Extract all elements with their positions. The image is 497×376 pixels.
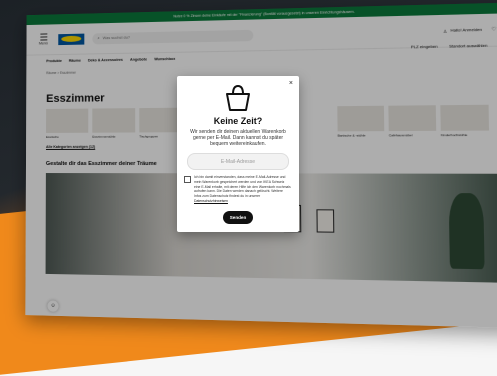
nav-item-deko[interactable]: Deko & Accessoires: [88, 58, 123, 63]
login-link[interactable]: ♙ Hallo! Anmelden: [443, 27, 483, 34]
consent-text: Ich bin damit einverstanden, dass meine …: [194, 175, 291, 199]
category-image: [388, 105, 437, 132]
save-cart-modal: × Keine Zeit? Wir senden dir deinen aktu…: [177, 76, 299, 232]
category-item[interactable]: Esstische: [46, 108, 89, 139]
hamburger-icon: [39, 33, 47, 41]
category-image: [440, 104, 490, 131]
plant-shape: [448, 193, 485, 270]
category-item[interactable]: Bartische & -stühle: [337, 105, 385, 138]
search-input[interactable]: ⌕ Was suchst du?: [92, 29, 254, 44]
privacy-link[interactable]: Datenschutzhinweisen: [194, 199, 228, 203]
modal-text: Wir senden dir deinen aktuellen Warenkor…: [190, 129, 286, 147]
nav-item-angebote[interactable]: Angebote: [130, 57, 147, 61]
category-item[interactable]: Kinderhochstühle: [440, 104, 490, 137]
nav-item-raeume[interactable]: Räume: [69, 59, 81, 63]
menu-button[interactable]: Menü: [36, 33, 50, 46]
email-field[interactable]: E-Mail-Adresse: [187, 153, 289, 170]
category-item[interactable]: Caféhausmöbel: [388, 105, 437, 137]
category-image: [337, 105, 385, 132]
user-icon: ♙: [443, 29, 448, 34]
category-item[interactable]: Esszimmerstühle: [92, 108, 136, 139]
search-placeholder: Was suchst du?: [102, 35, 131, 41]
modal-title: Keine Zeit?: [213, 116, 263, 126]
email-placeholder: E-Mail-Adresse: [220, 158, 256, 165]
store-link[interactable]: Standort auswählen: [449, 44, 488, 49]
login-label: Hallo! Anmelden: [450, 27, 483, 33]
nav-item-produkte[interactable]: Produkte: [46, 59, 62, 63]
close-icon[interactable]: ×: [289, 80, 293, 87]
consent-checkbox[interactable]: [184, 176, 191, 183]
ikea-logo[interactable]: [58, 33, 85, 45]
chat-icon[interactable]: ☺: [47, 300, 59, 312]
nav-item-wunschbox[interactable]: Wunschbox: [154, 57, 175, 61]
menu-label: Menü: [38, 41, 48, 46]
picture-frame: [316, 209, 335, 233]
search-icon: ⌕: [97, 36, 100, 41]
shopping-bag-icon: [226, 84, 250, 111]
consent-row: Ich bin damit einverstanden, dass meine …: [184, 175, 291, 204]
category-image: [46, 108, 89, 133]
category-image: [92, 108, 136, 133]
send-button[interactable]: Senden: [223, 211, 253, 224]
heart-icon[interactable]: ♡: [491, 26, 496, 33]
plz-link[interactable]: PLZ eingeben: [411, 45, 438, 50]
